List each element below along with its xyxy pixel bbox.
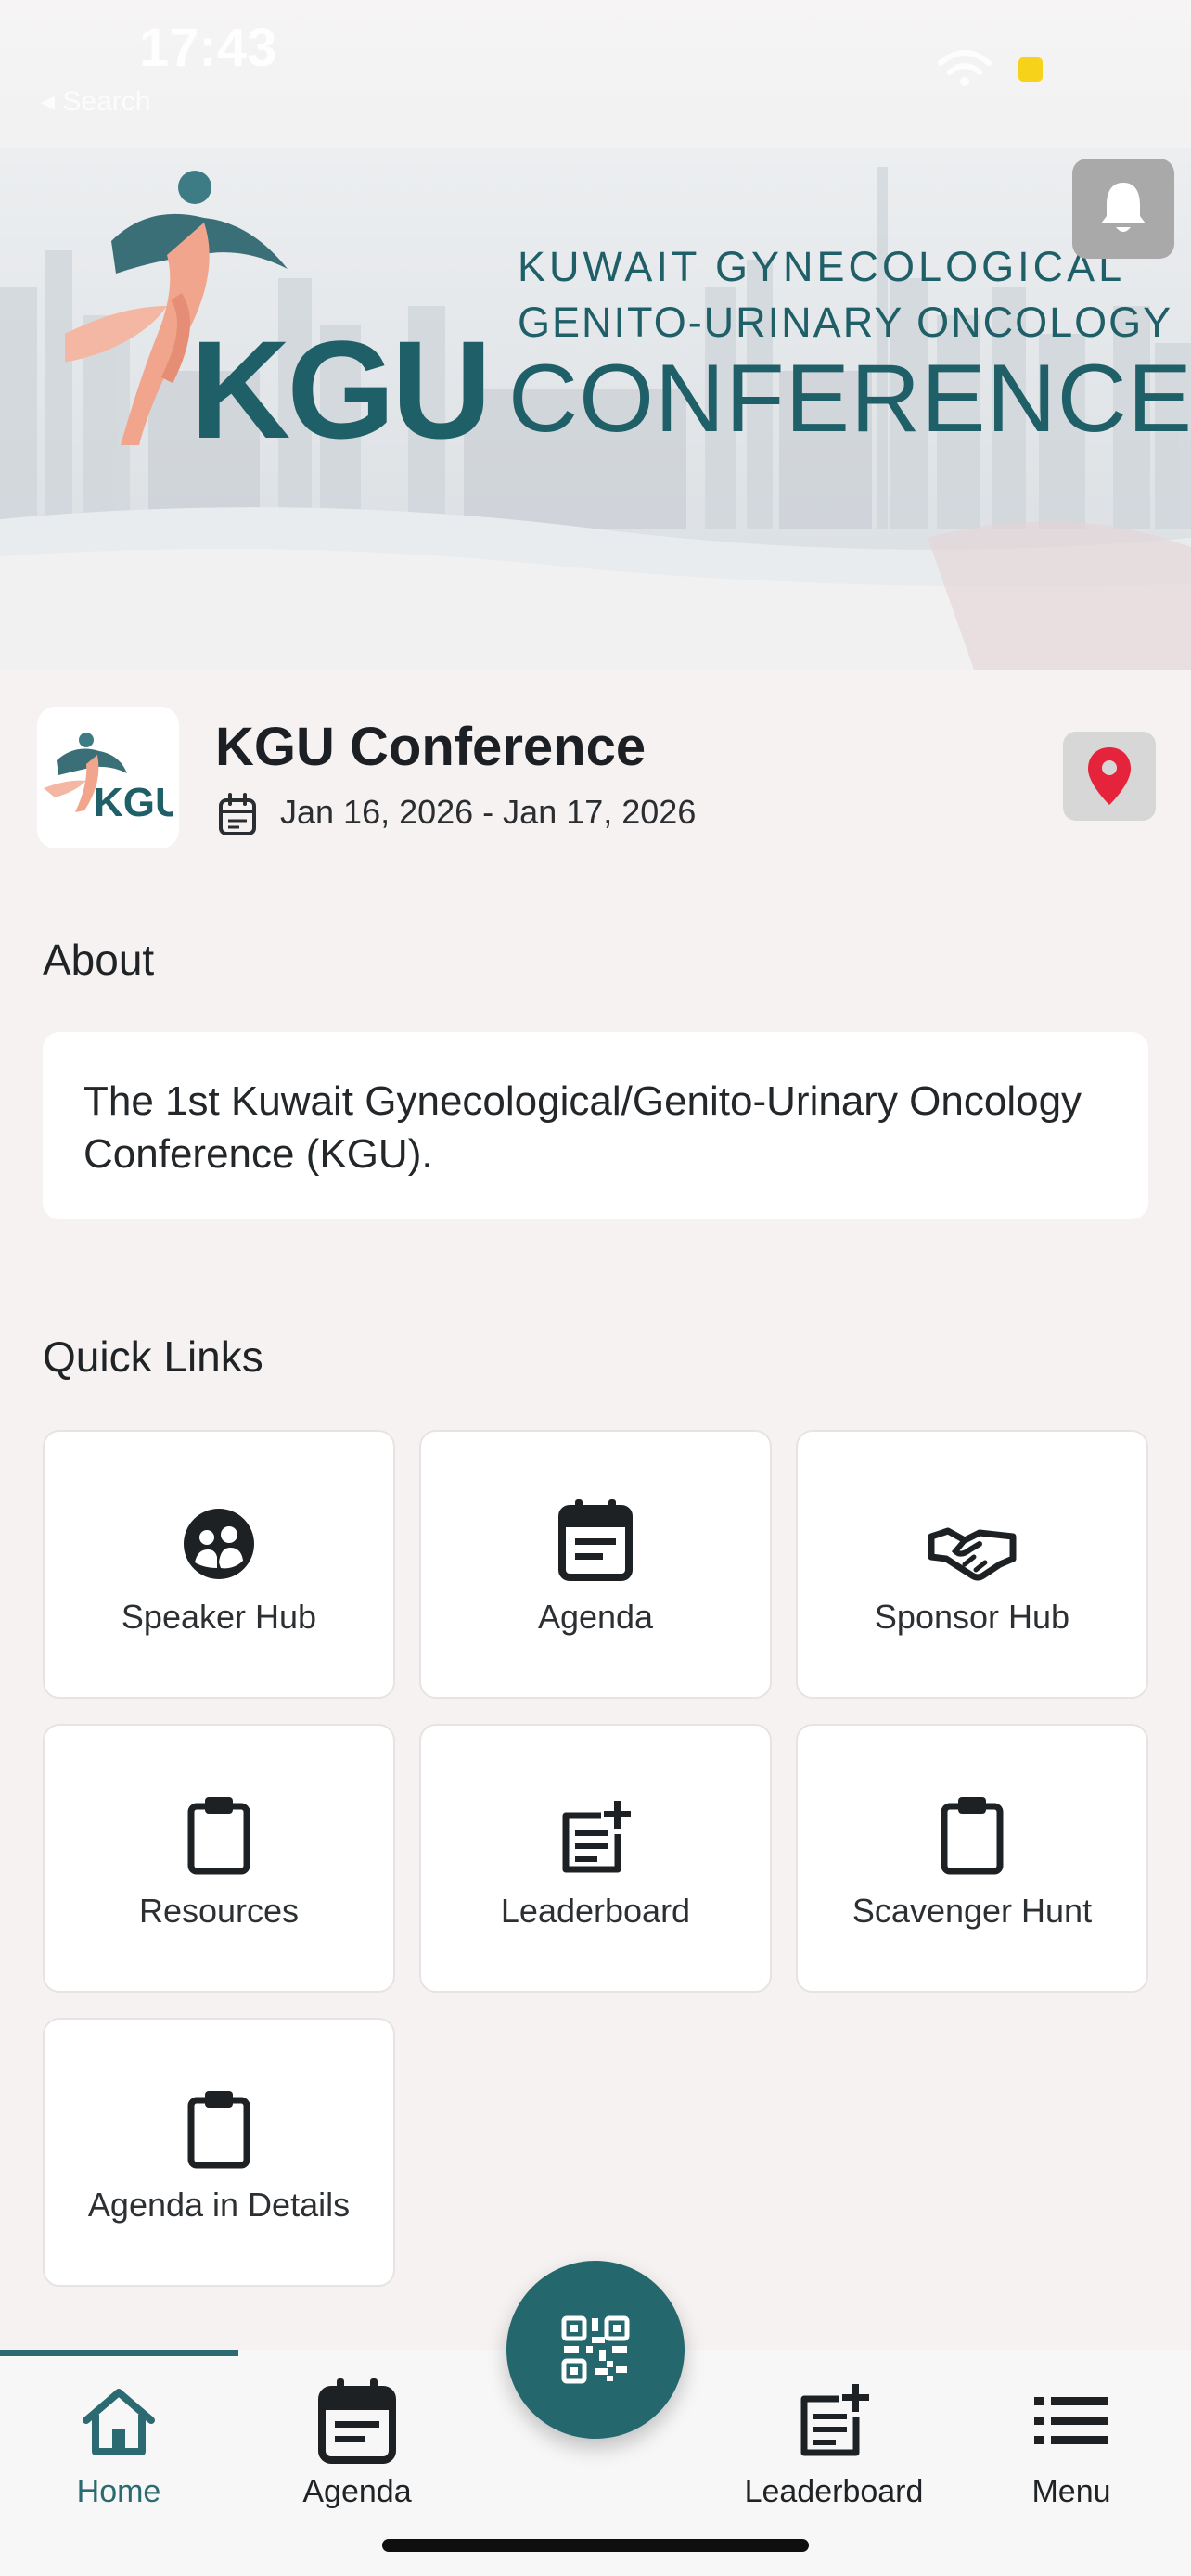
calendar-icon [318,2378,396,2464]
tile-label: Speaker Hub [121,1598,317,1636]
tile-label: Sponsor Hub [874,1598,1070,1636]
tile-label: Resources [138,1892,300,1930]
nav-label: Home [76,2474,161,2509]
about-card: The 1st Kuwait Gynecological/Genito-Urin… [43,1032,1148,1219]
notifications-button[interactable] [1072,159,1174,259]
battery-icon [1018,57,1043,82]
clipboard-icon [941,1797,1004,1875]
home-icon [83,2389,155,2455]
quick-links-heading: Quick Links [43,1333,263,1381]
back-to-search[interactable]: ◂ Search [41,85,150,118]
quick-link-agenda[interactable]: Agenda [419,1430,772,1699]
active-tab-indicator [0,2350,238,2356]
calendar-icon [219,793,256,835]
quick-link-speaker-hub[interactable]: Speaker Hub [43,1430,395,1699]
clipboard-icon [187,1797,250,1875]
about-text: The 1st Kuwait Gynecological/Genito-Urin… [83,1078,1082,1177]
note-add-icon [562,1801,631,1873]
tile-label: Scavenger Hunt [852,1892,1093,1930]
quick-link-sponsor-hub[interactable]: Sponsor Hub [796,1430,1148,1699]
event-logo: KGU [37,707,179,848]
tile-label: Agenda [537,1598,654,1636]
handshake-icon [928,1527,1017,1581]
status-bar-time: 17:43 [139,18,277,78]
hero-title-line-1: KUWAIT GYNECOLOGICAL [518,243,1126,290]
clipboard-icon [187,2091,250,2169]
quick-link-leaderboard[interactable]: Leaderboard [419,1724,772,1993]
qr-scan-button[interactable] [506,2261,685,2439]
hero-title-line-3: CONFERENCE [508,345,1191,453]
kgu-logo-icon: KGU [43,732,173,825]
calendar-icon [558,1499,633,1581]
map-pin-icon [1088,747,1131,805]
hero-logo-text: KGU [190,312,492,467]
tile-label: Agenda in Details [87,2186,351,2224]
nav-label: Agenda [302,2474,412,2509]
quick-link-scavenger-hunt[interactable]: Scavenger Hunt [796,1724,1148,1993]
hero-title-line-2: GENITO-URINARY ONCOLOGY [518,299,1173,346]
speaker-group-icon [184,1509,254,1579]
about-heading: About [43,936,155,984]
event-dates: Jan 16, 2026 - Jan 17, 2026 [280,793,697,831]
nav-home[interactable]: Home [17,2379,221,2519]
note-add-icon [800,2384,869,2456]
quick-link-resources[interactable]: Resources [43,1724,395,1993]
nav-agenda[interactable]: Agenda [255,2378,459,2519]
qr-code-icon [561,2315,630,2384]
tile-label: Leaderboard [500,1892,691,1930]
nav-label: Leaderboard [744,2474,924,2509]
nav-leaderboard[interactable]: Leaderboard [732,2379,936,2519]
hero-banner: 17:43 ◂ Search KGU KUWAIT GYNECOLOGICAL … [0,0,1191,670]
list-icon [1034,2397,1108,2444]
event-title: KGU Conference [215,717,647,777]
bell-icon [1101,183,1146,232]
location-button[interactable] [1063,732,1156,821]
quick-link-agenda-in-details[interactable]: Agenda in Details [43,2018,395,2287]
wifi-icon [938,50,992,86]
nav-menu[interactable]: Menu [969,2379,1173,2519]
home-indicator[interactable] [382,2539,809,2552]
svg-text:KGU: KGU [94,780,173,825]
nav-label: Menu [1031,2474,1111,2509]
